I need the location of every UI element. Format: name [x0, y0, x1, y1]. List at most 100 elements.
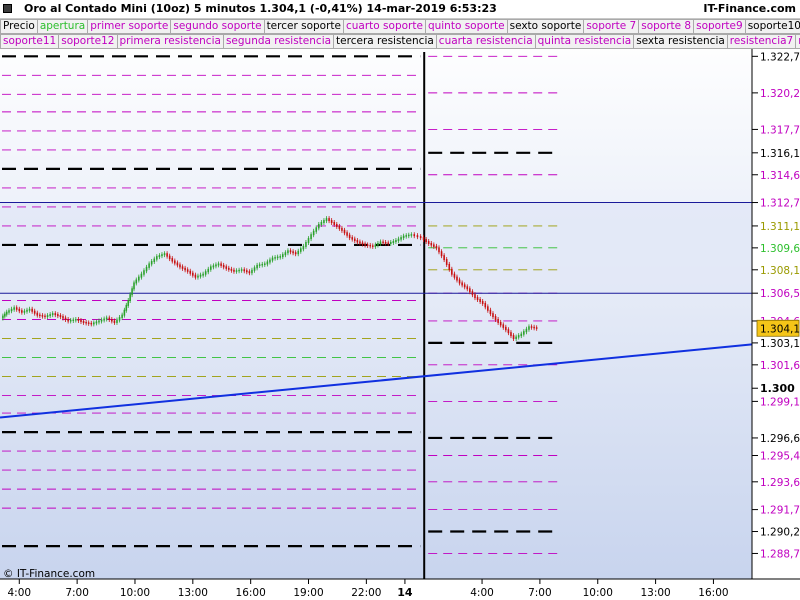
legend-item[interactable]: soporte 7: [583, 19, 640, 34]
price-candle: [479, 299, 481, 302]
price-candle: [292, 251, 294, 254]
price-chart: 1.324,01.322,71.320,21.317,71.316,11.314…: [0, 18, 800, 600]
legend-item[interactable]: sexto soporte: [506, 19, 585, 34]
price-candle: [181, 266, 184, 269]
price-candle: [535, 327, 538, 329]
price-candle: [121, 314, 123, 319]
price-candle: [264, 263, 266, 265]
price-candle: [143, 270, 145, 275]
price-candle: [530, 326, 533, 328]
price-candle: [261, 263, 264, 266]
legend-item[interactable]: Precio: [0, 19, 38, 34]
legend-item[interactable]: sexta resistencia: [633, 34, 728, 49]
x-tick-label: 4:00: [470, 587, 494, 599]
price-candle: [269, 259, 271, 263]
price-candle: [85, 321, 87, 324]
price-candle: [302, 245, 305, 250]
price-candle: [384, 242, 387, 244]
legend-item[interactable]: cuarto soporte: [343, 19, 426, 34]
price-candle: [353, 238, 356, 242]
price-candle: [51, 313, 54, 316]
legend-item[interactable]: soporte12: [58, 34, 118, 49]
legend-item[interactable]: tercer soporte: [263, 19, 344, 34]
legend-item[interactable]: primera resistencia: [116, 34, 224, 49]
price-candle: [400, 237, 402, 240]
price-candle: [105, 317, 108, 320]
price-candle: [430, 242, 433, 246]
legend-item[interactable]: cuarta resistencia: [435, 34, 536, 49]
x-tick-label: 7:00: [65, 587, 89, 599]
price-candle: [364, 243, 366, 246]
x-tick-label: 22:00: [351, 587, 381, 599]
price-candle: [315, 227, 318, 232]
legend-item[interactable]: tercera resistencia: [333, 34, 437, 49]
price-candle: [341, 227, 343, 231]
legend-item[interactable]: resistencia8: [795, 34, 800, 49]
price-candle: [258, 264, 261, 266]
price-candle: [389, 242, 392, 244]
legend-item[interactable]: segunda resistencia: [222, 34, 335, 49]
price-candle: [505, 326, 507, 331]
price-candle: [75, 319, 77, 321]
price-candle: [361, 242, 364, 245]
price-candle: [108, 317, 111, 321]
x-tick-label: 13:00: [640, 587, 670, 599]
chart-title: Oro al Contado Mini (10oz) 5 minutos 1.3…: [24, 2, 497, 15]
price-candle: [64, 317, 67, 321]
price-candle: [377, 242, 379, 246]
price-candle: [28, 308, 31, 311]
price-candle: [138, 276, 140, 281]
legend-item[interactable]: soporte9: [693, 19, 746, 34]
legend-item[interactable]: soporte11: [0, 34, 60, 49]
price-candle: [525, 328, 528, 333]
price-candle: [443, 255, 445, 261]
legend-item[interactable]: quinto soporte: [424, 19, 508, 34]
legend-item[interactable]: primer soporte: [87, 19, 172, 34]
price-candle: [111, 319, 113, 322]
price-candle: [77, 319, 80, 321]
legend-item[interactable]: segundo soporte: [170, 19, 265, 34]
legend-item[interactable]: apertura: [36, 19, 89, 34]
y-tick-label: 1.306,5: [760, 288, 800, 300]
price-candle: [481, 300, 484, 304]
current-price-label: 1.304,1: [760, 323, 800, 335]
price-candle: [348, 234, 351, 239]
price-candle: [215, 264, 217, 267]
legend-item[interactable]: soporte10: [744, 19, 800, 34]
price-candle: [289, 250, 292, 253]
price-candle: [95, 321, 98, 324]
price-candle: [307, 238, 310, 244]
price-candle: [197, 275, 199, 278]
price-candle: [41, 315, 44, 317]
brand-label: IT-Finance.com: [703, 2, 796, 15]
price-candle: [194, 274, 197, 278]
price-candle: [199, 274, 202, 277]
price-candle: [46, 315, 49, 318]
legend-item[interactable]: quinta resistencia: [534, 34, 635, 49]
menu-square-icon[interactable]: [3, 4, 12, 13]
x-tick-label: 14: [397, 586, 413, 599]
price-candle: [379, 241, 382, 244]
price-candle: [310, 234, 312, 240]
price-candle: [103, 318, 105, 321]
price-candle: [168, 255, 171, 260]
y-tick-label: 1.301,6: [760, 360, 800, 372]
price-candle: [44, 315, 46, 318]
price-candle: [427, 241, 430, 244]
y-tick-label: 1.288,7: [760, 548, 800, 560]
price-candle: [528, 326, 530, 330]
y-tick-label: 1.309,6: [760, 243, 800, 255]
price-candle: [453, 273, 456, 278]
price-candle: [87, 322, 90, 324]
price-candle: [520, 333, 523, 337]
price-candle: [456, 276, 458, 281]
price-candle: [279, 256, 282, 258]
chart-header: Oro al Contado Mini (10oz) 5 minutos 1.3…: [0, 0, 800, 19]
price-candle: [438, 247, 440, 253]
price-candle: [369, 244, 372, 247]
legend-item[interactable]: soporte 8: [638, 19, 695, 34]
legend-item[interactable]: resistencia7: [726, 34, 797, 49]
x-tick-label: 19:00: [293, 587, 323, 599]
price-candle: [458, 279, 461, 284]
price-candle: [312, 230, 315, 236]
